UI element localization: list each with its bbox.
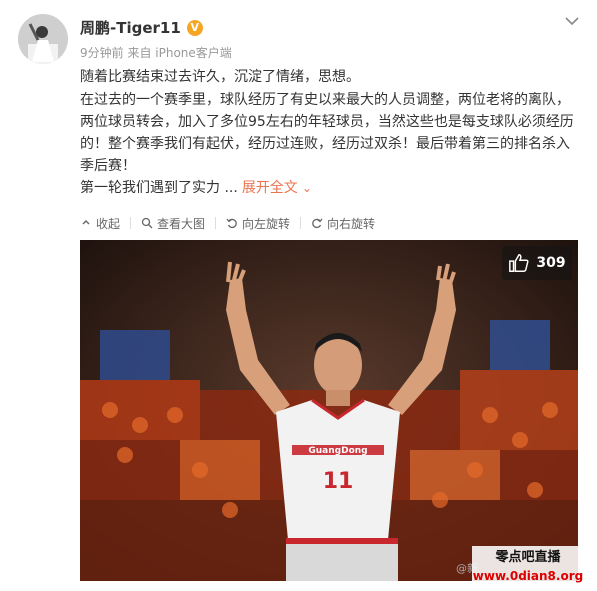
username[interactable]: 周鹏-Tiger11 V [80,17,203,38]
site-watermark: 零点吧直播 www.0dian8.org [472,546,584,588]
basketball-player-image: GuangDong 11 [80,240,578,581]
post-paragraph-2: 在过去的一个赛季里，球队经历了有史以来最大的人员调整，两位老将的离队，两位球员转… [80,92,574,174]
rotate-right-button[interactable]: 向右旋转 [311,215,375,232]
post-content: 随着比赛结束过去许久，沉淀了情绪，思想。 在过去的一个赛季里，球队经历了有史以来… [80,66,580,199]
post-line-3-text: 第一轮我们遇到了实力 ... [80,180,238,196]
verified-badge-icon: V [186,19,203,36]
thumbs-up-icon [509,254,529,272]
view-large-button[interactable]: 查看大图 [141,215,205,232]
rotate-right-icon [312,218,323,229]
weibo-post: 周鹏-Tiger11 V 9分钟前 来自 iPhone客户端 随着比赛结束过去许… [0,0,597,591]
like-count: 309 [536,255,566,271]
post-meta: 9分钟前 来自 iPhone客户端 [80,46,232,60]
toolbar-divider [215,217,217,229]
post-photo[interactable]: GuangDong 11 309 [80,240,578,581]
rotate-left-icon [226,218,237,229]
toolbar-divider [300,217,302,229]
chevron-down-icon[interactable] [564,15,580,27]
avatar[interactable] [18,14,68,64]
rotate-right-label: 向右旋转 [327,216,376,231]
post-line-3: 第一轮我们遇到了实力 ... 展开全文 ⌄ [80,177,580,199]
site-watermark-url: www.0dian8.org [472,569,584,583]
username-text[interactable]: 周鹏-Tiger11 [80,17,181,38]
collapse-label: 收起 [96,216,121,231]
image-toolbar: 收起 查看大图 向左旋转 向右旋转 [80,212,375,234]
collapse-icon [82,220,90,225]
expand-chevron-icon: ⌄ [301,181,312,195]
site-watermark-name: 零点吧直播 [495,550,561,565]
view-large-label: 查看大图 [157,216,206,231]
jersey-team-text: GuangDong [308,446,367,456]
search-icon [141,217,153,229]
post-line-1: 随着比赛结束过去许久，沉淀了情绪，思想。 [80,69,360,85]
like-button[interactable]: 309 [502,246,572,280]
rotate-left-label: 向左旋转 [242,216,291,231]
toolbar-divider [130,217,132,229]
collapse-button[interactable]: 收起 [80,215,120,232]
expand-full-text-link[interactable]: 展开全文 [242,180,298,196]
rotate-left-button[interactable]: 向左旋转 [226,215,290,232]
jersey-number-text: 11 [323,469,354,494]
avatar-image [18,14,68,64]
